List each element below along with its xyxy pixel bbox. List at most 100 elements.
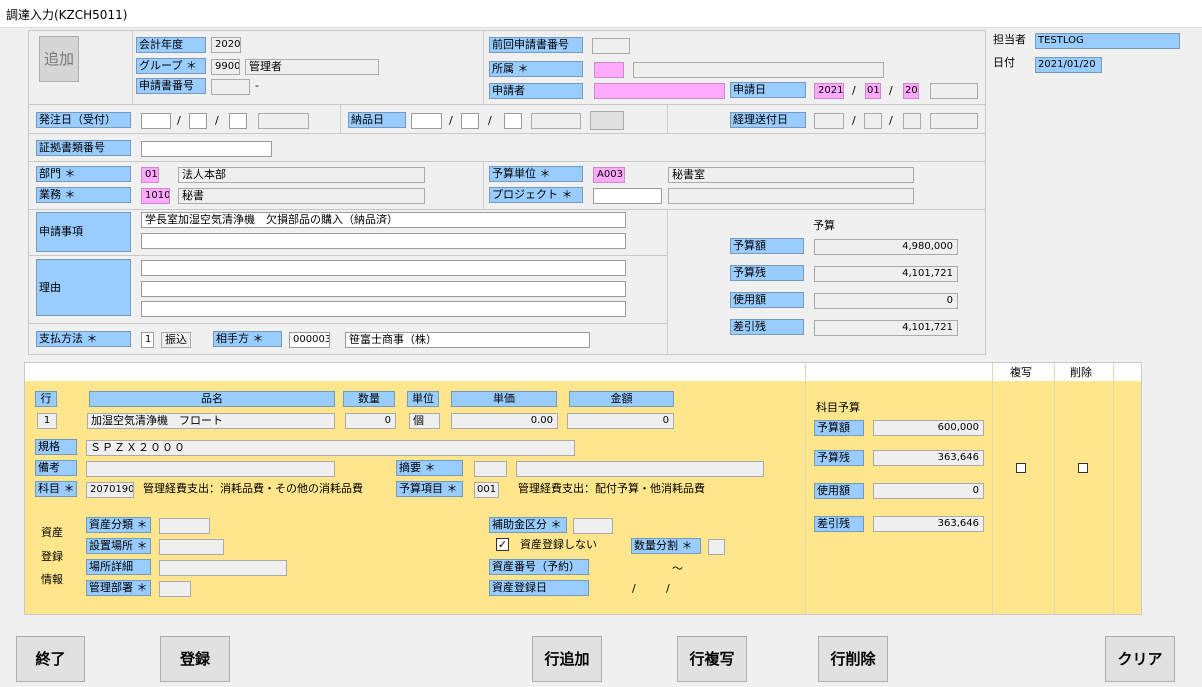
matter-line2-field[interactable] — [141, 233, 626, 249]
partner-code-field[interactable]: 000003 — [289, 332, 330, 348]
amount-header: 金額 — [569, 391, 674, 407]
apply-month-field[interactable]: 01 — [865, 83, 881, 99]
delivery-button[interactable] — [590, 111, 624, 130]
delivery-day-field[interactable] — [504, 113, 522, 129]
delete-row-checkbox[interactable] — [1078, 463, 1088, 473]
budget-title: 予算 — [813, 219, 835, 232]
order-day-field[interactable] — [229, 113, 247, 129]
divider — [483, 30, 484, 104]
subject-code-field[interactable]: 2070190 — [86, 482, 134, 498]
project-code-field[interactable] — [593, 188, 662, 204]
apply-extra-field[interactable] — [930, 83, 978, 99]
mgmt-dept-field[interactable] — [159, 581, 191, 597]
mgmt-dept-label: 管理部署 ＊ — [86, 580, 151, 596]
qty-split-field[interactable] — [708, 539, 725, 555]
apply-year-field[interactable]: 2021 — [814, 83, 844, 99]
owner-label: 担当者 — [993, 33, 1026, 46]
item-header: 品名 — [89, 391, 335, 407]
budget-unit-label: 予算単位 ＊ — [489, 166, 583, 182]
item-name-field[interactable]: 加湿空気清浄機 フロート — [87, 413, 335, 429]
location-field[interactable] — [159, 539, 224, 555]
no-register-checkbox[interactable]: ✓ — [496, 538, 509, 551]
date-label: 日付 — [993, 56, 1015, 69]
asset-caption-2: 登録 — [41, 550, 63, 563]
divider — [1054, 363, 1055, 614]
voucher-field[interactable] — [141, 141, 272, 157]
asset-class-field[interactable] — [159, 518, 210, 534]
delete-row-button[interactable]: 行削除 — [818, 636, 888, 682]
budget-item-code-field[interactable]: 001 — [474, 482, 499, 498]
work-code-field[interactable]: 1010 — [141, 188, 170, 204]
divider — [28, 209, 986, 210]
affiliation-code-field[interactable] — [594, 62, 624, 78]
qty-field[interactable]: 0 — [345, 413, 396, 429]
reason-label: 理由 — [36, 259, 131, 316]
order-month-field[interactable] — [189, 113, 207, 129]
copy-row-checkbox[interactable] — [1016, 463, 1026, 473]
request-no-label: 申請書番号 — [136, 78, 206, 94]
amount-field[interactable]: 0 — [567, 413, 674, 429]
spec-field[interactable]: ＳＰＺＸ２０００ — [86, 440, 575, 456]
dept-code-field[interactable]: 01 — [141, 167, 159, 183]
budget-remain-label: 予算残 — [730, 265, 804, 281]
accounting-year-field[interactable] — [814, 113, 844, 129]
group-code-field[interactable]: 9900 — [211, 59, 240, 75]
order-year-field[interactable] — [141, 113, 171, 129]
location-detail-field[interactable] — [159, 560, 287, 576]
sb-used-field: 0 — [873, 483, 984, 499]
delete-column-header: 削除 — [1070, 366, 1092, 379]
asset-caption-3: 情報 — [41, 573, 63, 586]
budget-balance-field: 4,101,721 — [814, 320, 958, 336]
sb-used-label: 使用額 — [814, 483, 864, 499]
note-field[interactable] — [86, 461, 335, 477]
unit-field[interactable]: 個 — [409, 413, 440, 429]
clear-button[interactable]: クリア — [1105, 636, 1175, 682]
row-header: 行 — [35, 391, 57, 407]
subsidy-field[interactable] — [573, 518, 613, 534]
divider — [28, 323, 667, 324]
reason-line2-field[interactable] — [141, 281, 626, 297]
register-button[interactable]: 登録 — [160, 636, 230, 682]
row-no-field: 1 — [37, 413, 57, 429]
fiscal-year-field[interactable]: 2020 — [211, 37, 241, 53]
sb-amount-field: 600,000 — [873, 420, 984, 436]
reason-line1-field[interactable] — [141, 260, 626, 276]
accounting-day-field[interactable] — [903, 113, 921, 129]
add-button[interactable]: 追加 — [39, 36, 79, 82]
prev-request-field[interactable] — [592, 38, 630, 54]
dept-name-field: 法人本部 — [178, 167, 425, 183]
asset-date-label: 資産登録日 — [489, 580, 589, 596]
budget-balance-label: 差引残 — [730, 319, 804, 335]
subsidy-label: 補助金区分 ＊ — [489, 517, 567, 533]
payment-code-field[interactable]: 1 — [141, 332, 154, 348]
exit-button[interactable]: 終了 — [16, 636, 85, 682]
delivery-date-label: 納品日 — [348, 112, 406, 128]
applicant-field[interactable] — [594, 83, 725, 99]
summary-name-field — [516, 461, 764, 477]
date-sep: / — [449, 114, 453, 127]
apply-day-field[interactable]: 20 — [903, 83, 919, 99]
location-detail-label: 場所詳細 — [86, 559, 151, 575]
accounting-date-label: 経理送付日 — [730, 112, 806, 128]
accounting-month-field[interactable] — [864, 113, 882, 129]
divider — [28, 104, 986, 105]
accounting-extra-field — [930, 113, 978, 129]
work-name-field: 秘書 — [178, 188, 425, 204]
price-field[interactable]: 0.00 — [451, 413, 558, 429]
no-register-label: 資産登録しない — [520, 538, 597, 551]
add-row-button[interactable]: 行追加 — [532, 636, 602, 682]
spec-label: 規格 — [35, 439, 77, 455]
reason-line3-field[interactable] — [141, 301, 626, 317]
summary-code-field[interactable] — [474, 461, 507, 477]
request-no-field[interactable] — [211, 79, 250, 95]
unit-header: 単位 — [407, 391, 439, 407]
delivery-month-field[interactable] — [461, 113, 479, 129]
delivery-extra-field — [531, 113, 581, 129]
group-label: グループ ＊ — [136, 58, 206, 74]
budget-item-name: 管理経費支出：配付予算・他消耗品費 — [518, 482, 705, 495]
matter-line1-field[interactable]: 学長室加湿空気清浄機 欠損部品の購入（納品済） — [141, 212, 626, 228]
delivery-year-field[interactable] — [411, 113, 442, 129]
budget-used-field: 0 — [814, 293, 958, 309]
budget-unit-code-field[interactable]: A003 — [593, 167, 625, 183]
copy-row-button[interactable]: 行複写 — [677, 636, 747, 682]
